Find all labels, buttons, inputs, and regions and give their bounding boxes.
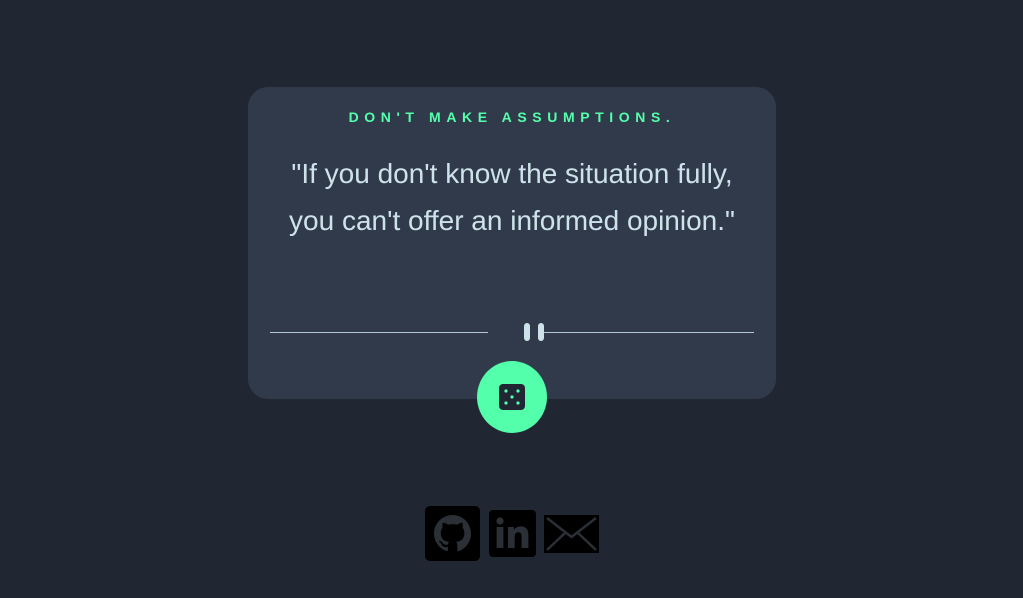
advice-quote: "If you don't know the situation fully, … — [289, 158, 735, 236]
dice-icon — [499, 384, 525, 410]
divider — [270, 323, 754, 341]
linkedin-icon — [489, 510, 536, 557]
github-icon — [425, 506, 480, 561]
advice-heading: DON'T MAKE ASSUMPTIONS. — [348, 109, 676, 125]
divider-line-right — [542, 332, 754, 333]
mail-link[interactable] — [544, 515, 599, 553]
mail-icon — [544, 515, 599, 553]
github-link[interactable] — [425, 506, 480, 561]
linkedin-link[interactable] — [489, 510, 536, 557]
advice-card: DON'T MAKE ASSUMPTIONS. "If you don't kn… — [248, 87, 776, 433]
dice-button[interactable] — [477, 361, 547, 433]
divider-line-left — [270, 332, 488, 333]
